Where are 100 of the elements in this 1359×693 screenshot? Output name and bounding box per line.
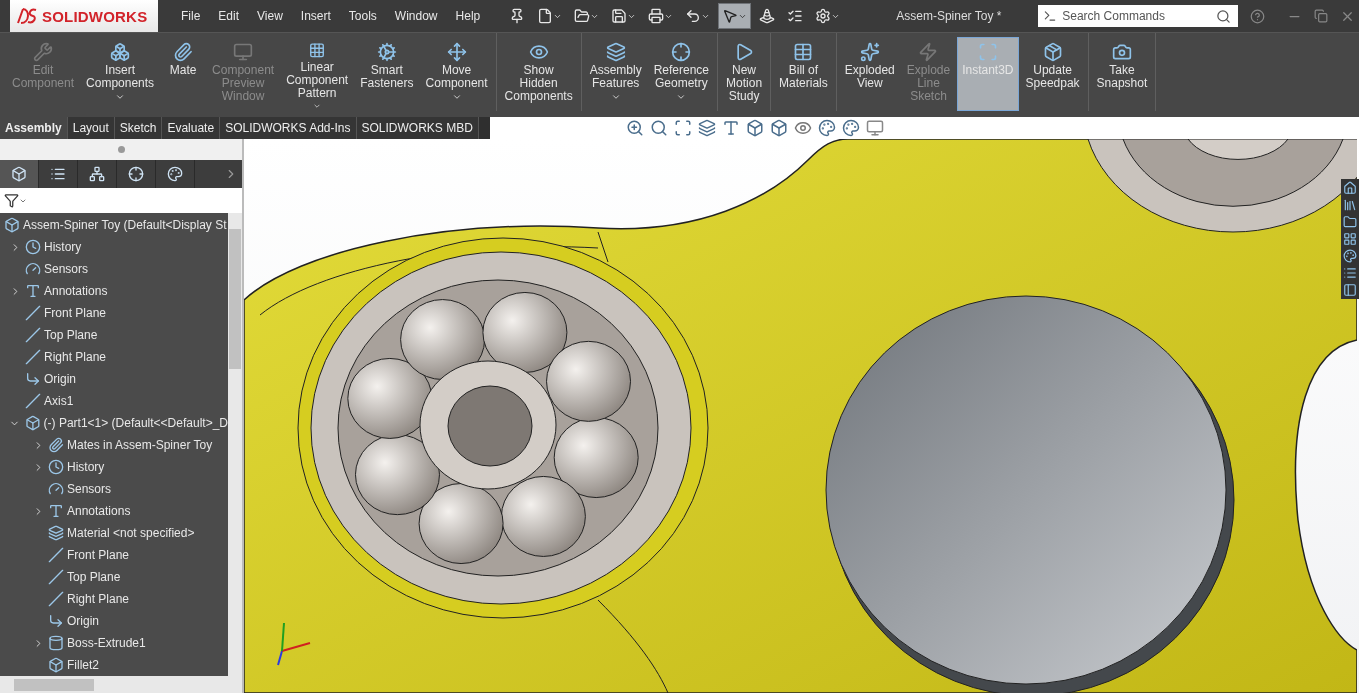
command-tab[interactable]: SOLIDWORKS MBD (356, 117, 479, 139)
wrench-icon (33, 42, 53, 62)
menu-item[interactable]: Tools (339, 9, 386, 23)
tree-item[interactable]: Sensors (0, 478, 228, 500)
search-icon (1216, 9, 1232, 24)
tree-item-label: Front Plane (67, 548, 130, 562)
command-tab[interactable]: Evaluate (162, 117, 221, 139)
zoom-icon[interactable] (626, 119, 644, 137)
horizontal-scrollbar[interactable] (0, 676, 242, 693)
vertical-scrollbar[interactable] (228, 213, 242, 676)
search-field[interactable]: Search Commands (1038, 5, 1239, 27)
caret-icon[interactable] (115, 92, 126, 102)
folder-icon[interactable] (1343, 215, 1357, 229)
tree-item[interactable]: Mates in Assem-Spiner Toy (0, 434, 228, 456)
undo-icon (685, 8, 702, 24)
save-icon (611, 8, 628, 24)
ribbon-button[interactable]: Bill of Materials (774, 37, 833, 111)
restore-icon[interactable] (1314, 9, 1328, 23)
tree-item[interactable]: Annotations (0, 500, 228, 522)
help-icon[interactable] (1250, 8, 1265, 24)
ribbon-button[interactable]: Take Snapshot (1091, 37, 1153, 111)
tree-item[interactable]: (-) Part1<1> (Default<<Default>_D (0, 412, 228, 434)
play-icon (734, 42, 755, 62)
document-title: Assem-Spiner Toy * (896, 9, 1003, 23)
scan-icon (977, 42, 998, 62)
caret-icon[interactable] (451, 92, 462, 102)
annotation-icon[interactable] (722, 119, 740, 137)
crosshair-icon (671, 42, 692, 62)
tree-item-label: History (44, 240, 82, 254)
tree-item[interactable]: Annotations (0, 280, 228, 302)
eye-icon (528, 42, 549, 62)
tree-item-label: History (67, 460, 105, 474)
toolbar-button[interactable] (718, 3, 752, 29)
visibility-icon[interactable] (794, 119, 812, 137)
tree-item-label: Fillet2 (67, 658, 99, 672)
ribbon-button[interactable]: New Motion Study (721, 37, 768, 111)
ribbon-button[interactable]: Exploded View (839, 37, 900, 111)
panel-icon[interactable] (1343, 283, 1357, 297)
ribbon-button[interactable]: Show Hidden Components (499, 37, 578, 111)
tree-item[interactable]: Assem-Spiner Toy (Default<Display St (0, 214, 228, 236)
home-icon[interactable] (1343, 181, 1357, 195)
tree-item-label: Sensors (44, 262, 89, 276)
menu-item[interactable]: Insert (291, 9, 340, 23)
pin-dot-icon[interactable] (117, 146, 125, 153)
tree-item[interactable]: Origin (0, 610, 228, 632)
tree-item[interactable]: Front Plane (0, 544, 228, 566)
menu-item[interactable]: Help (446, 9, 490, 23)
ribbon-button[interactable]: Mate (161, 37, 206, 111)
move-arrows-icon (446, 42, 467, 62)
app-logo: SOLIDWORKS (10, 0, 158, 32)
command-tab[interactable]: Assembly (0, 117, 68, 139)
filter-icon[interactable] (4, 193, 19, 208)
caret-icon[interactable] (610, 92, 621, 102)
library-icon[interactable] (1343, 198, 1357, 212)
tree-item[interactable]: Material <not specified> (0, 522, 228, 544)
sparkles-icon (859, 42, 880, 62)
command-tab[interactable]: Sketch (114, 117, 163, 139)
ribbon-button[interactable]: Smart Fasteners (355, 37, 419, 111)
menu-item[interactable]: File (172, 9, 210, 23)
ribbon-button[interactable]: Reference Geometry (648, 37, 715, 111)
menu-item[interactable]: Window (385, 9, 447, 23)
tree-item[interactable]: Axis1 (0, 390, 228, 412)
scan-icon[interactable] (674, 119, 692, 137)
tree-item[interactable]: Boss-Extrude1 (0, 632, 228, 654)
ribbon-button[interactable]: Insert Components (81, 37, 160, 111)
tree-item[interactable]: Sensors (0, 258, 228, 280)
tree-item-label: Right Plane (44, 350, 107, 364)
tree-item[interactable]: Fillet2 (0, 654, 228, 676)
command-tab[interactable]: Layout (67, 117, 115, 139)
print-icon (648, 8, 665, 24)
select-icon (722, 8, 739, 24)
tree-item-label: Material <not specified> (67, 526, 195, 540)
list-icon (50, 166, 66, 182)
command-tab[interactable]: SOLIDWORKS Add-Ins (220, 117, 357, 139)
tree-item[interactable]: Right Plane (0, 346, 228, 368)
options-icon (815, 8, 832, 24)
tree-item[interactable]: Top Plane (0, 324, 228, 346)
ribbon-button[interactable]: Linear Component Pattern (281, 37, 354, 111)
tree-item[interactable]: History (0, 236, 228, 258)
ribbon-button[interactable]: Assembly Features (584, 37, 647, 111)
monitor-icon (233, 42, 254, 62)
terminal-icon (1043, 9, 1058, 23)
cube-icon (11, 166, 27, 182)
ribbon-button[interactable]: Update Speedpak (1020, 37, 1085, 111)
new-icon (537, 8, 554, 24)
paperclip-icon (173, 42, 194, 62)
tree-item-label: Top Plane (44, 328, 98, 342)
tree-item[interactable]: History (0, 456, 228, 478)
menu-item[interactable]: View (248, 9, 292, 23)
menu-item[interactable]: Edit (209, 9, 249, 23)
tree-item[interactable]: Right Plane (0, 588, 228, 610)
layers-icon (605, 42, 626, 62)
ribbon-button[interactable]: Move Component (420, 37, 493, 111)
tree-item[interactable]: Origin (0, 368, 228, 390)
panel-tab[interactable] (0, 160, 39, 188)
tree-item[interactable]: Front Plane (0, 302, 228, 324)
zoom-area-icon[interactable] (650, 119, 668, 137)
logo-mark-icon (16, 7, 38, 25)
tree-item[interactable]: Top Plane (0, 566, 228, 588)
caret-icon[interactable] (676, 92, 687, 102)
